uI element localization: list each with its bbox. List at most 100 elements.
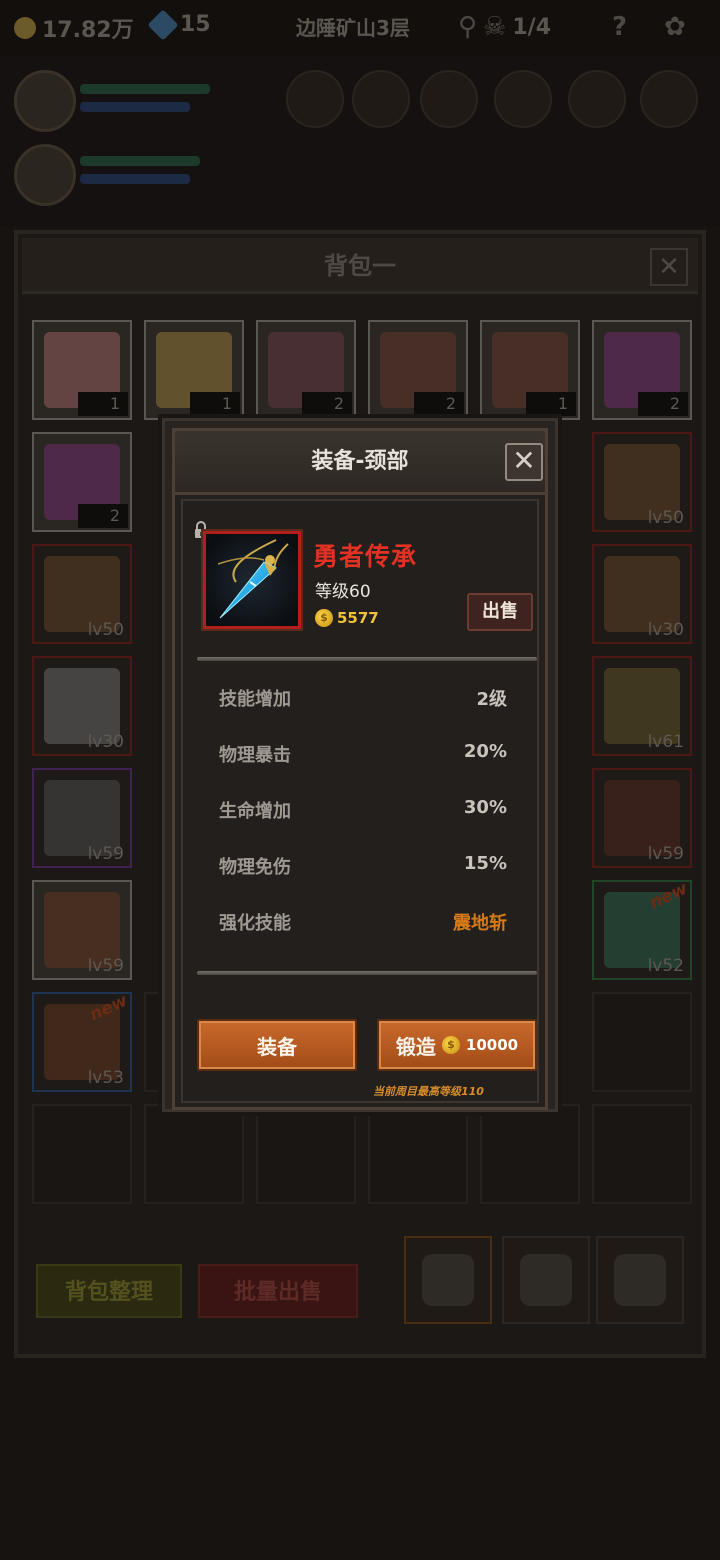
backpack-slot[interactable]: lv59 (32, 768, 132, 868)
empty-slot[interactable] (592, 992, 692, 1092)
slot-quantity: 2 (302, 392, 352, 416)
forge-button-label: 锻造 (395, 1034, 436, 1059)
bag-tab-3-face-icon (614, 1254, 666, 1306)
attribute-row: 强化技能 震地斩 (219, 909, 507, 937)
kill-progress-text: 1/4 (512, 14, 552, 40)
backpack-slot[interactable]: lv59 (592, 768, 692, 868)
slot-level: lv59 (87, 844, 124, 864)
attribute-value: 30% (463, 797, 507, 818)
attribute-row: 物理暴击 20% (219, 741, 507, 769)
modal-title: 装备-颈部 (311, 449, 409, 474)
backpack-slot[interactable]: lv61 (592, 656, 692, 756)
slot-level: lv52 (647, 956, 684, 976)
backpack-slot[interactable]: 1 (144, 320, 244, 420)
empty-slot[interactable] (368, 1104, 468, 1204)
pendant-icon (206, 534, 298, 626)
help-button[interactable]: ? (612, 12, 627, 42)
gem-icon (147, 8, 179, 41)
empty-slot[interactable] (592, 1104, 692, 1204)
hero-avatar-2[interactable] (14, 144, 76, 206)
slot-level: lv30 (87, 732, 124, 752)
empty-slot[interactable] (144, 1104, 244, 1204)
attribute-row: 物理免伤 15% (219, 853, 507, 881)
hero-row (0, 56, 720, 226)
bag-tab-2[interactable] (502, 1236, 590, 1324)
attribute-value-skill: 震地斩 (453, 913, 507, 934)
max-level-note: 当前周目最高等级110 (373, 1085, 484, 1098)
item-icon-frame[interactable] (203, 531, 301, 629)
backpack-slot[interactable]: 2 (368, 320, 468, 420)
empty-slot[interactable] (480, 1104, 580, 1204)
bag-tab-3[interactable] (596, 1236, 684, 1324)
hero-avatar-1[interactable] (14, 70, 76, 132)
top-bar: 17.82万 15 边陲矿山3层 ⚲ ☠ 1/4 ? ✿ (0, 0, 720, 56)
close-icon: ✕ (512, 444, 536, 477)
slot-quantity: 1 (78, 392, 128, 416)
backpack-close-button[interactable]: ✕ (650, 248, 688, 286)
attribute-value: 2级 (476, 689, 507, 710)
skull-icon: ☠ (483, 12, 507, 42)
backpack-slot[interactable]: 1 (32, 320, 132, 420)
attribute-name: 物理暴击 (219, 745, 291, 766)
slot-quantity: 2 (414, 392, 464, 416)
empty-slot[interactable] (32, 1104, 132, 1204)
gem-amount: 15 (180, 12, 211, 37)
backpack-slot[interactable]: lv50 (592, 432, 692, 532)
slot-level: lv50 (647, 508, 684, 528)
backpack-slot[interactable]: lv30 (32, 656, 132, 756)
slot-level: lv59 (87, 956, 124, 976)
slot-quantity: 2 (78, 504, 128, 528)
item-level: 等级60 (315, 582, 371, 602)
equip-button[interactable]: 装备 (197, 1019, 357, 1071)
backpack-slot[interactable]: lv52 new (592, 879, 692, 980)
attribute-name: 生命增加 (219, 801, 291, 822)
organize-button[interactable]: 背包整理 (36, 1264, 182, 1318)
gold-stat: 17.82万 (14, 12, 134, 44)
bulk-sell-button[interactable]: 批量出售 (198, 1264, 358, 1318)
bag-tab-2-face-icon (520, 1254, 572, 1306)
attribute-name: 物理免伤 (219, 857, 291, 878)
attribute-value: 15% (463, 853, 507, 874)
hero-1-hp-bar (80, 84, 210, 94)
key-icon: ⚲ (458, 12, 478, 42)
item-price: 5577 (337, 609, 379, 627)
help-icon: ? (612, 12, 628, 42)
backpack-slot[interactable]: 2 (256, 320, 356, 420)
backpack-title: 背包一 (22, 238, 698, 294)
skill-slot-1[interactable] (286, 70, 344, 128)
forge-cost: 10000 (465, 1036, 519, 1054)
close-button[interactable]: ✕ (505, 443, 543, 481)
item-name: 勇者传承 (313, 542, 418, 571)
bag-tab-1[interactable] (404, 1236, 492, 1324)
skill-slot-2[interactable] (352, 70, 410, 128)
slot-level: lv53 (87, 1068, 124, 1088)
gift-button[interactable]: ✿ (664, 12, 686, 42)
slot-level: lv50 (87, 620, 124, 640)
sell-button[interactable]: 出售 (467, 593, 533, 631)
backpack-slot[interactable]: lv50 (32, 544, 132, 644)
forge-button[interactable]: 锻造 $ 10000 (377, 1019, 537, 1071)
slot-level: lv30 (647, 620, 684, 640)
modal-inner: 装备-颈部 ✕ 勇者传承 等级60 $ 5577 出售 技能增加 2级 物理暴击… (172, 428, 548, 1110)
slot-level: lv61 (647, 732, 684, 752)
slot-quantity: 1 (190, 392, 240, 416)
gold-coin-icon: $ (441, 1036, 460, 1054)
backpack-slot[interactable]: 2 (592, 320, 692, 420)
skill-slot-3[interactable] (420, 70, 478, 128)
backpack-slot[interactable]: lv30 (592, 544, 692, 644)
skill-slot-6[interactable] (640, 70, 698, 128)
skill-slot-4[interactable] (494, 70, 552, 128)
empty-slot[interactable] (256, 1104, 356, 1204)
divider-top (197, 657, 537, 661)
attribute-name: 技能增加 (219, 689, 291, 710)
hero-2-hp-bar (80, 156, 200, 166)
backpack-slot[interactable]: 1 (480, 320, 580, 420)
backpack-slot[interactable]: 2 (32, 432, 132, 532)
skill-slot-5[interactable] (568, 70, 626, 128)
backpack-slot[interactable]: lv59 (32, 880, 132, 980)
backpack-slot[interactable]: lv53 new (32, 991, 132, 1092)
kill-progress: ⚲ ☠ 1/4 (458, 12, 551, 42)
attribute-row: 技能增加 2级 (219, 685, 507, 713)
bag-tab-1-face-icon (422, 1254, 474, 1306)
hero-2-mp-bar (80, 174, 190, 184)
